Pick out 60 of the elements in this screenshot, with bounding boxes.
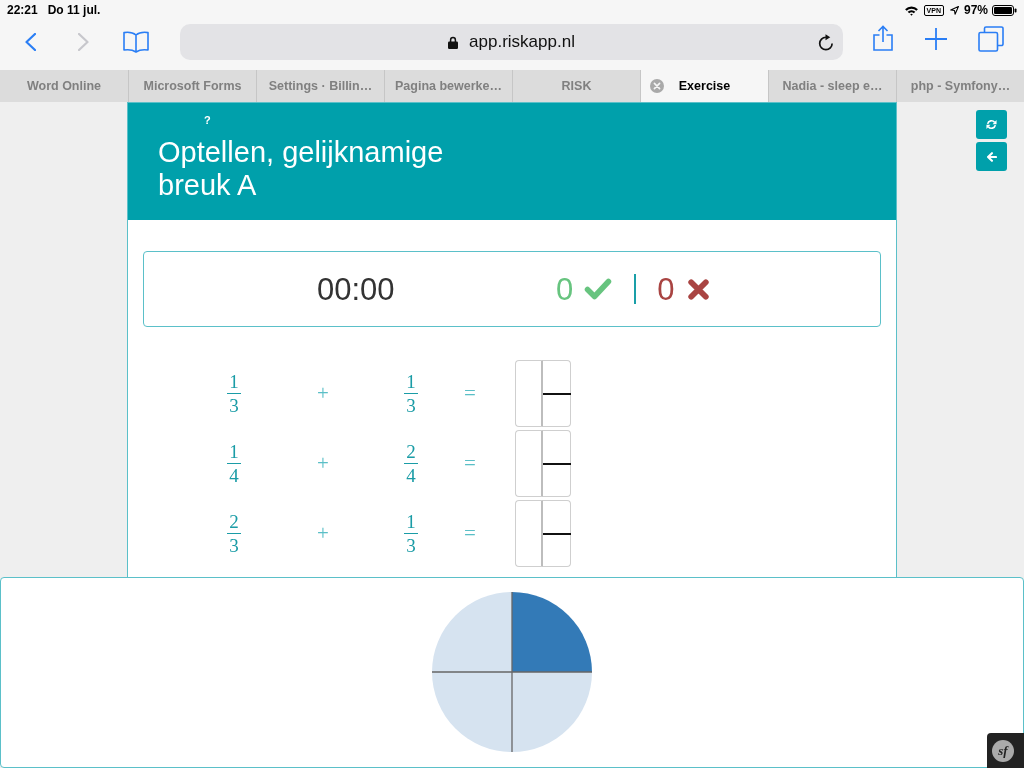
battery-percentage: 97% [963,3,988,17]
location-arrow-icon [949,5,959,15]
denominator-field[interactable] [543,465,571,497]
back-button[interactable] [25,33,36,51]
cross-icon [686,277,710,301]
tab-close-icon [650,79,664,93]
open-book-icon [123,31,149,53]
fraction-denominator: 3 [228,396,240,416]
refresh-button[interactable] [976,110,1007,139]
timer-text: 00:00 [317,273,396,305]
correct-count: 0 [556,273,574,305]
wrong-count: 0 [657,273,675,305]
url-text: app.riskapp.nl [469,32,575,52]
whole-number-field[interactable] [515,430,543,497]
tabs-overview-button[interactable] [978,26,1004,52]
fraction-denominator: 3 [228,536,240,556]
fraction-numerator: 1 [228,371,240,391]
denominator-field[interactable] [543,535,571,567]
fraction-denominator: 4 [228,466,240,486]
refresh-icon [986,119,997,130]
plus-operator: + [317,523,329,544]
exercise-title: Optellen, gelijknamige breuk A [158,136,445,202]
help-link[interactable]: ? [204,113,211,127]
status-date: Do 11 jul. [47,3,101,17]
reload-icon [818,33,834,51]
fraction-numerator: 2 [228,511,240,531]
equals-sign: = [464,383,476,404]
back-arrow-button[interactable] [976,142,1007,171]
arrow-left-icon [986,151,997,162]
address-bar[interactable]: app.riskapp.nl [180,24,843,60]
fraction-numerator: 1 [228,441,240,461]
fraction-denominator: 3 [405,536,417,556]
browser-tab[interactable]: Exercise [640,70,768,102]
plus-operator: + [317,453,329,474]
fraction-numerator: 1 [405,511,417,531]
fraction-denominator: 3 [405,396,417,416]
battery-icon [992,4,1017,16]
share-icon [873,25,893,51]
equals-sign: = [464,453,476,474]
debug-toolbar-button[interactable]: sf [987,733,1024,768]
whole-number-field[interactable] [515,360,543,427]
share-button[interactable] [873,25,893,51]
checkmark-icon [584,278,613,300]
chevron-left-icon [25,33,36,51]
fraction-numerator: 2 [405,441,417,461]
fraction-denominator: 4 [405,466,417,486]
equals-sign: = [464,523,476,544]
whole-number-field[interactable] [515,500,543,567]
status-time: 22:21 [7,3,38,17]
wifi-icon [903,4,919,16]
denominator-field[interactable] [543,395,571,427]
plus-operator: + [317,383,329,404]
fraction-numerator: 1 [405,371,417,391]
chevron-right-icon [78,33,89,51]
lock-icon [448,35,459,49]
plus-icon [925,28,947,50]
bookmarks-button[interactable] [123,31,149,53]
new-tab-button[interactable] [925,28,947,50]
overlapping-squares-icon [978,26,1004,52]
reload-button[interactable] [818,33,834,51]
